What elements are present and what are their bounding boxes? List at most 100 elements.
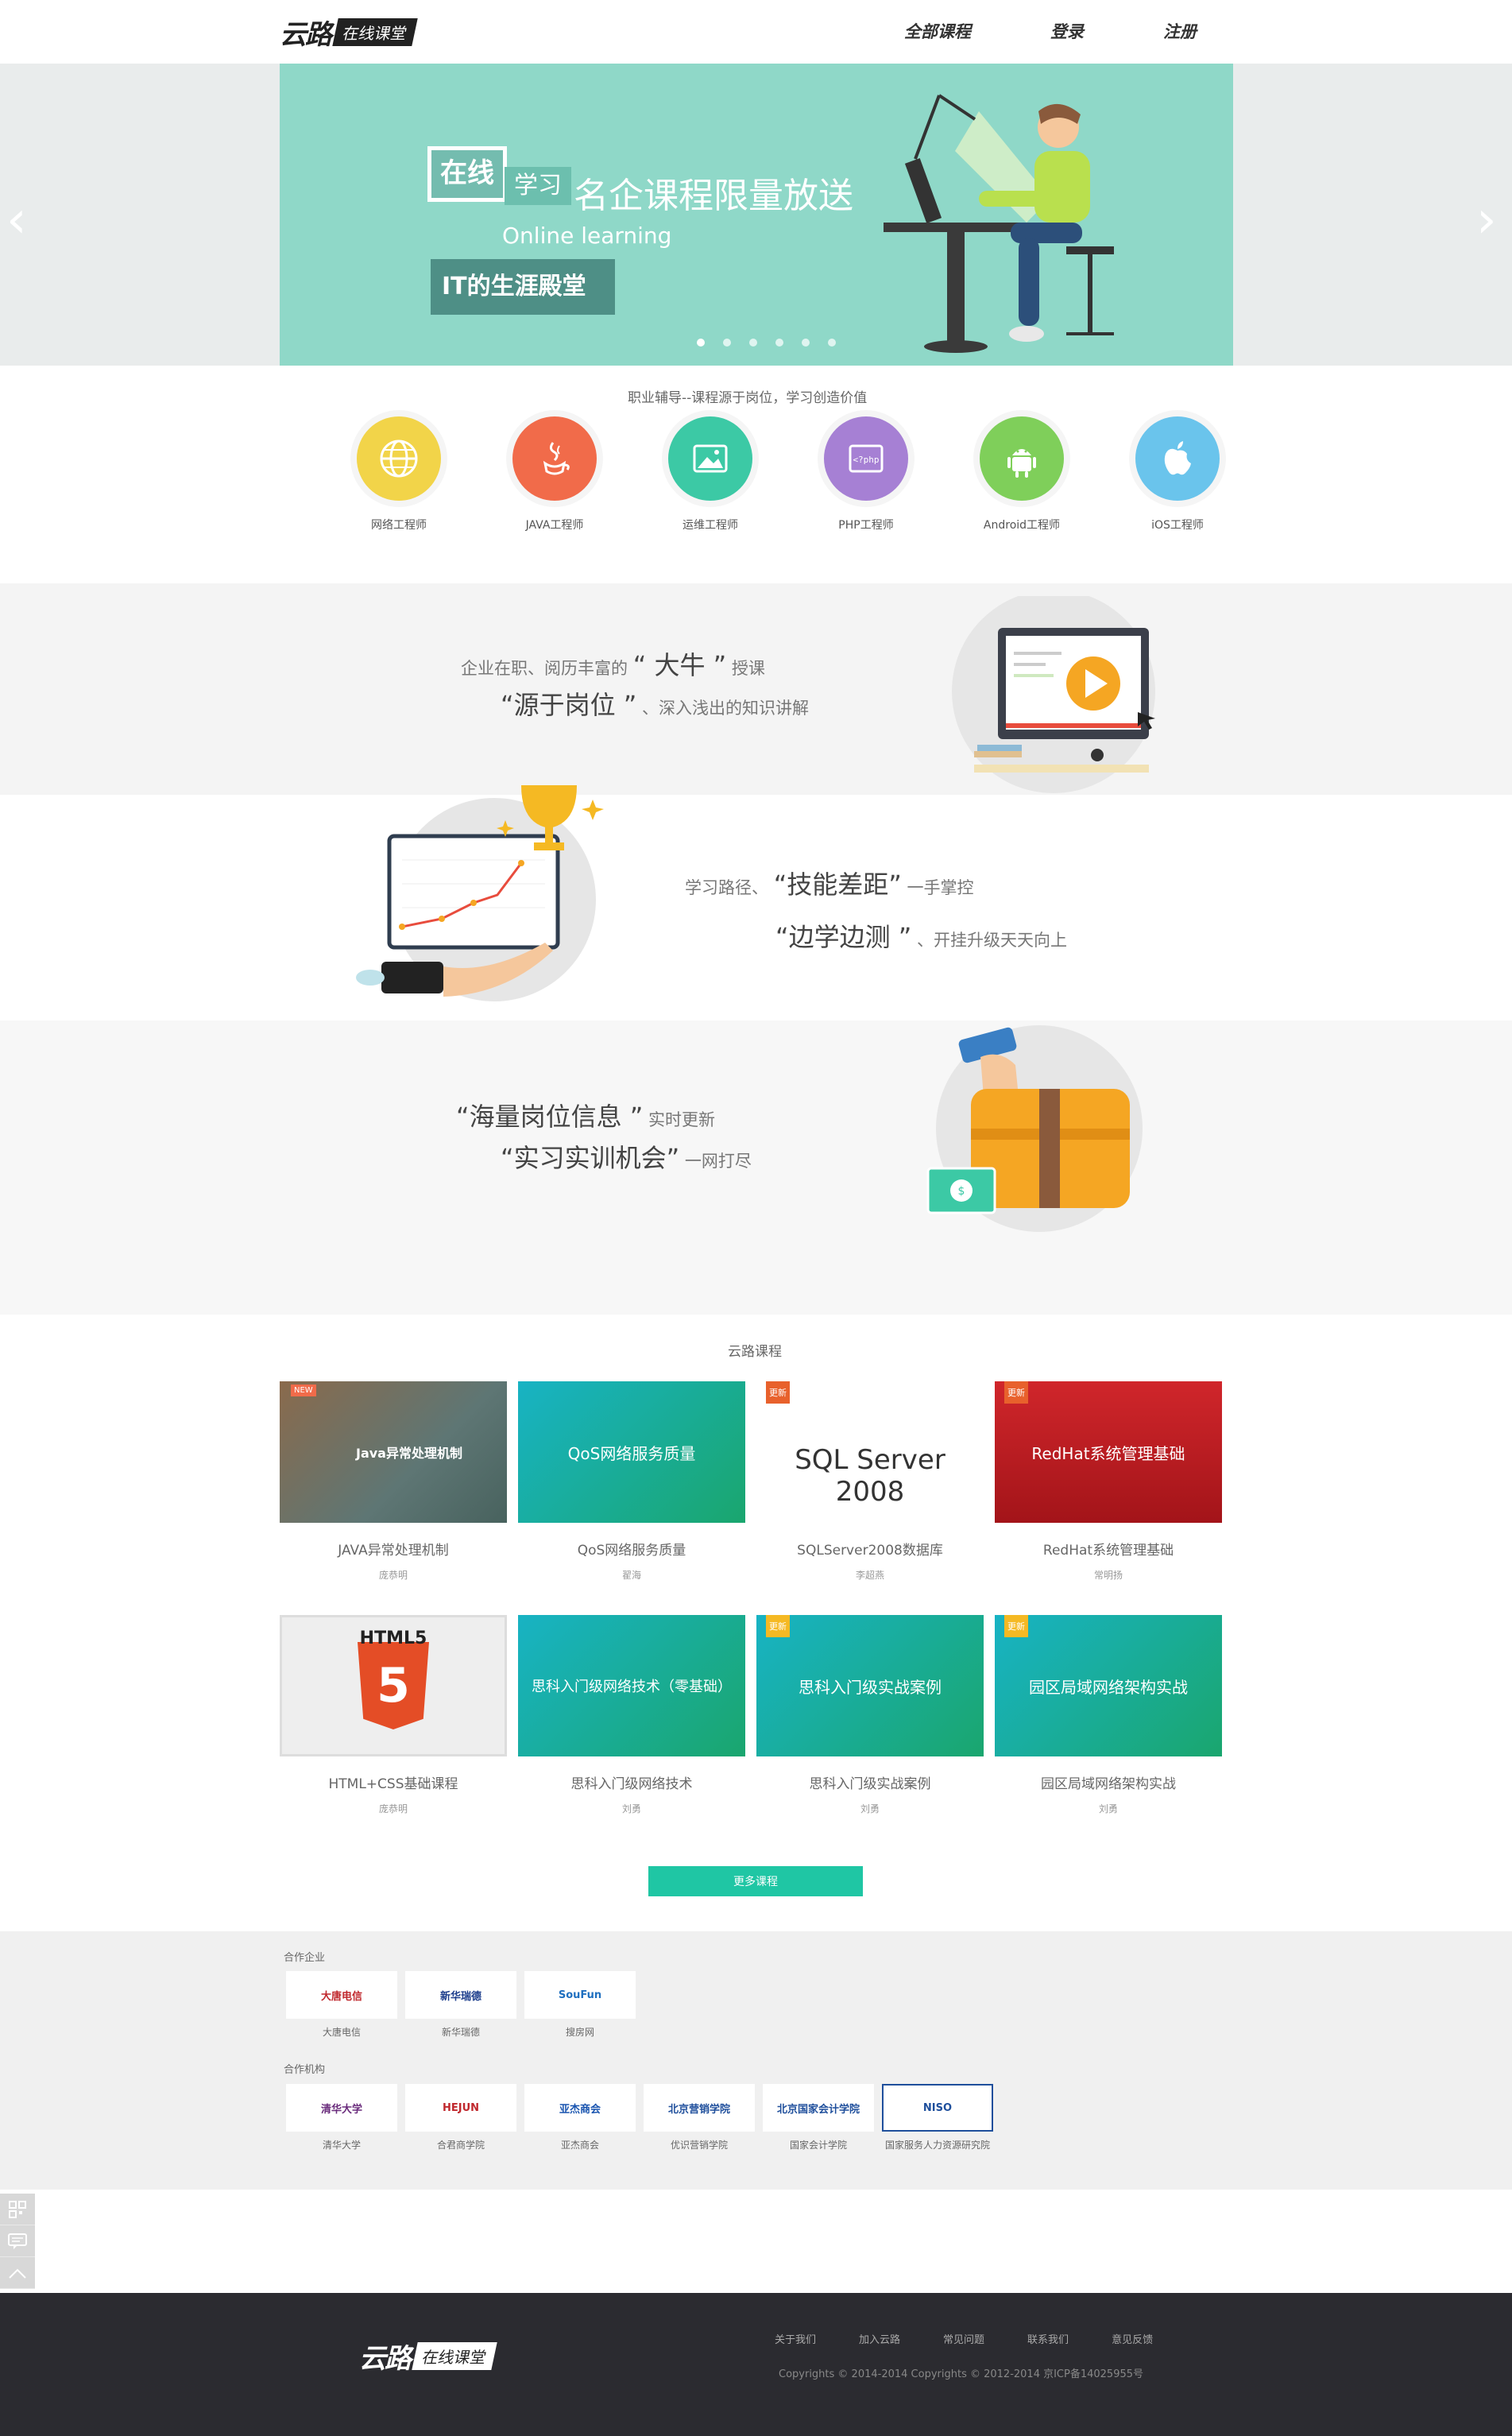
partner-item[interactable]: 北京国家会计学院 国家会计学院: [763, 2084, 874, 2151]
banner-study-tag: 学习: [505, 167, 571, 205]
course-teacher: 翟海: [621, 1570, 641, 1581]
feature-text: 实时更新: [648, 1110, 716, 1129]
course-thumb-title: 园区局域网络架构实战: [1029, 1677, 1188, 1697]
site-logo[interactable]: 云路 在线课堂: [280, 14, 418, 51]
courses-section-title: 云路课程: [728, 1344, 782, 1360]
career-item-ops[interactable]: 运维工程师: [632, 416, 788, 533]
course-thumbnail[interactable]: QoS网络服务质量: [518, 1381, 745, 1523]
partner-item[interactable]: HEJUN 合君商学院: [405, 2084, 516, 2151]
course-thumbnail[interactable]: 思科入门级网络技术（零基础）: [518, 1615, 745, 1756]
carousel-dot-3[interactable]: [749, 339, 757, 347]
partner-item[interactable]: SouFun 搜房网: [524, 1971, 636, 2039]
carousel-dot-5[interactable]: [802, 339, 810, 347]
course-card[interactable]: 思科入门级网络技术（零基础） 思科入门级网络技术 刘勇: [518, 1615, 745, 1815]
footer-logo-subtitle: 在线课堂: [412, 2342, 497, 2370]
partner-item[interactable]: 大唐电信 大唐电信: [286, 1971, 397, 2039]
course-teacher: 庞恭明: [378, 1803, 408, 1814]
partner-name: 优识营销学院: [670, 2140, 728, 2151]
partner-item[interactable]: 清华大学 清华大学: [286, 2084, 397, 2151]
banner-badge: IT的生涯殿堂: [431, 259, 615, 315]
career-label: Android工程师: [983, 519, 1061, 532]
career-item-network[interactable]: 网络工程师: [321, 416, 477, 533]
partner-item[interactable]: 北京营销学院 优识营销学院: [644, 2084, 755, 2151]
feature-text: 一手掌控: [907, 878, 974, 897]
course-card[interactable]: 更新 园区局域网络架构实战 园区局域网络架构实战 刘勇: [995, 1615, 1222, 1815]
career-label: iOS工程师: [1151, 519, 1204, 532]
carousel-dot-1[interactable]: [697, 339, 705, 347]
carousel-prev-icon[interactable]: ‹: [6, 191, 27, 250]
feature-text: 一网打尽: [684, 1152, 752, 1171]
course-thumbnail[interactable]: 更新 SQL Server 2008: [756, 1381, 984, 1523]
course-thumbnail[interactable]: NEW Java异常处理机制: [280, 1381, 507, 1523]
partner-logo: NISO: [882, 2084, 993, 2132]
course-name[interactable]: 思科入门级实战案例: [756, 1772, 984, 1792]
course-thumbnail[interactable]: 更新 思科入门级实战案例: [756, 1615, 984, 1756]
site-footer: [0, 2293, 1512, 2436]
partner-item[interactable]: 新华瑞德 新华瑞德: [405, 1971, 516, 2039]
feature-highlight: “技能差距”: [773, 869, 902, 900]
carousel-dot-2[interactable]: [723, 339, 731, 347]
course-teacher: 常明扬: [1093, 1570, 1123, 1581]
carousel-dot-4[interactable]: [775, 339, 783, 347]
feature-highlight: “源于岗位 ”: [501, 690, 637, 720]
carousel-dot-6[interactable]: [828, 339, 836, 347]
nav-login[interactable]: 登录: [1050, 19, 1084, 43]
course-badge-updated: 更新: [1004, 1381, 1028, 1404]
course-name[interactable]: 园区局域网络架构实战: [995, 1772, 1222, 1792]
course-name[interactable]: 思科入门级网络技术: [518, 1772, 745, 1792]
feature-3-line-1: “海量岗位信息 ” 实时更新: [456, 1097, 715, 1133]
career-item-java[interactable]: JAVA工程师: [477, 416, 632, 533]
footer-link-faq[interactable]: 常见问题: [943, 2331, 984, 2346]
partner-item[interactable]: NISO 国家服务人力资源研究院: [882, 2084, 993, 2151]
course-name[interactable]: QoS网络服务质量: [518, 1539, 745, 1559]
feature-text: 授课: [731, 659, 765, 678]
partner-name: 合君商学院: [436, 2140, 485, 2151]
course-name[interactable]: JAVA异常处理机制: [280, 1539, 507, 1559]
footer-link-feedback[interactable]: 意见反馈: [1112, 2331, 1153, 2346]
course-thumbnail[interactable]: 更新 RedHat系统管理基础: [995, 1381, 1222, 1523]
career-label: PHP工程师: [838, 519, 894, 532]
footer-link-contact[interactable]: 联系我们: [1027, 2331, 1069, 2346]
course-card[interactable]: 更新 RedHat系统管理基础 RedHat系统管理基础 常明扬: [995, 1381, 1222, 1582]
partner-item[interactable]: 亚杰商会 亚杰商会: [524, 2084, 636, 2151]
banner-carousel[interactable]: 在线 学习 名企课程限量放送 Online learning IT的生涯殿堂: [280, 64, 1233, 366]
feature-band-teachers: 企业在职、阅历丰富的 “ 大牛 ” 授课 “源于岗位 ” 、深入浅出的知识讲解: [0, 583, 1512, 795]
course-card[interactable]: QoS网络服务质量 QoS网络服务质量 翟海: [518, 1381, 745, 1582]
course-card[interactable]: 更新 SQL Server 2008 SQLServer2008数据库 李超燕: [756, 1381, 984, 1582]
more-courses-button[interactable]: 更多课程: [648, 1866, 863, 1896]
feature-2-line-1: 学习路径、 “技能差距” 一手掌控: [685, 865, 974, 901]
back-to-top-icon[interactable]: [0, 2257, 35, 2289]
feature-text: 、开挂升级天天向上: [917, 931, 1068, 950]
footer-link-join[interactable]: 加入云路: [859, 2331, 900, 2346]
institution-partners-title: 合作机构: [284, 2064, 326, 2076]
course-card[interactable]: 更新 思科入门级实战案例 思科入门级实战案例 刘勇: [756, 1615, 984, 1815]
course-card[interactable]: NEW Java异常处理机制 JAVA异常处理机制 庞恭明: [280, 1381, 507, 1582]
footer-logo[interactable]: 云路 在线课堂: [359, 2337, 497, 2376]
nav-all-courses[interactable]: 全部课程: [904, 19, 971, 43]
career-item-ios[interactable]: iOS工程师: [1100, 416, 1255, 533]
course-name[interactable]: SQLServer2008数据库: [756, 1539, 984, 1559]
nav-register[interactable]: 注册: [1163, 19, 1197, 43]
carousel-next-icon[interactable]: ›: [1476, 191, 1497, 250]
course-name[interactable]: HTML+CSS基础课程: [280, 1772, 507, 1792]
feature-3-line-2: “实习实训机会” 一网打尽: [501, 1138, 752, 1175]
message-icon[interactable]: [0, 2225, 35, 2257]
footer-link-about[interactable]: 关于我们: [775, 2331, 816, 2346]
career-item-android[interactable]: Android工程师: [944, 416, 1100, 533]
feature-highlight: “边学边测 ”: [775, 922, 912, 952]
course-card[interactable]: 5 HTML5 HTML+CSS基础课程 庞恭明: [280, 1615, 507, 1815]
course-badge-updated: 更新: [766, 1381, 790, 1404]
feature-band-jobs: “海量岗位信息 ” 实时更新 “实习实训机会” 一网打尽 $: [0, 1020, 1512, 1315]
feature-highlight: “海量岗位信息 ”: [456, 1102, 644, 1132]
trophy-chart-illustration: [356, 785, 604, 1001]
course-name[interactable]: RedHat系统管理基础: [995, 1539, 1222, 1559]
partner-name: 国家会计学院: [789, 2140, 847, 2151]
feature-highlight: “ 大牛 ”: [632, 650, 727, 680]
course-thumbnail[interactable]: 更新 园区局域网络架构实战: [995, 1615, 1222, 1756]
career-item-php[interactable]: <?php PHP工程师: [788, 416, 944, 533]
course-thumb-title: HTML5: [359, 1629, 427, 1648]
course-teacher: 庞恭明: [378, 1570, 408, 1581]
course-thumbnail[interactable]: 5 HTML5: [280, 1615, 507, 1756]
course-thumb-title: Java异常处理机制: [356, 1446, 462, 1461]
qrcode-icon[interactable]: [0, 2194, 35, 2225]
